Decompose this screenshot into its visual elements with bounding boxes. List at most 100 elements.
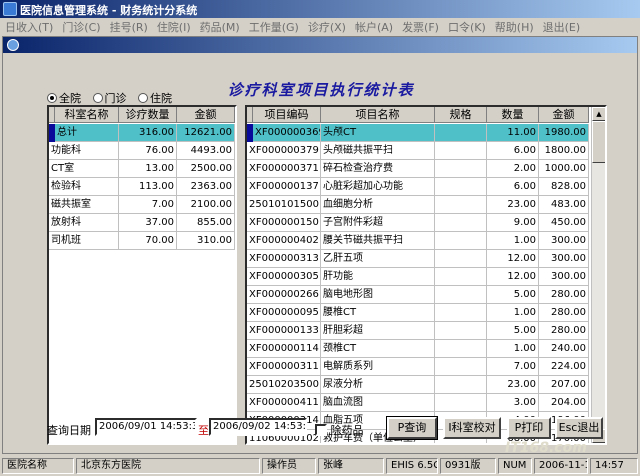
cell-amount: 300.00 [539, 268, 589, 286]
menu-item-password[interactable]: 口令(K) [443, 18, 490, 35]
table-row[interactable]: XF000000305 肝功能 12.00 300.00 [247, 268, 589, 286]
cell-quantity: 6.00 [487, 178, 539, 196]
report-window: 诊疗科室项目执行统计表 全院 门诊 住院 科室名称 诊疗数量 金额 总计 316.… [2, 36, 638, 454]
item-grid-scrollbar[interactable]: ▲ ▼ [591, 107, 605, 443]
column-header-quantity[interactable]: 数量 [487, 107, 539, 123]
table-row[interactable]: XF000000114 颈椎CT 1.00 240.00 [247, 340, 589, 358]
watermark-text: IT168.com [505, 440, 587, 456]
scroll-thumb[interactable] [592, 121, 605, 163]
column-header-dept-name[interactable]: 科室名称 [55, 107, 119, 123]
item-grid[interactable]: 项目编码 项目名称 规格 数量 金额 XF000000369 头颅CT 11.00 1… [245, 105, 607, 445]
table-row[interactable]: 25010101500 血细胞分析 23.00 483.00 [247, 196, 589, 214]
table-row[interactable]: XF000000137 心脏彩超加心功能 6.00 828.00 [247, 178, 589, 196]
cell-amount: 450.00 [539, 214, 589, 232]
cell-quantity: 6.00 [487, 142, 539, 160]
scroll-up-arrow-icon[interactable]: ▲ [592, 107, 605, 121]
query-button[interactable]: P查询 [386, 416, 438, 440]
radio-outpatient[interactable]: 门诊 [92, 90, 127, 106]
table-row[interactable]: XF000000095 腰椎CT 1.00 280.00 [247, 304, 589, 322]
column-header-spec[interactable]: 规格 [435, 107, 487, 123]
cell-item-code: XF000000150 [247, 214, 321, 232]
cell-spec [435, 358, 487, 376]
exclude-drugs-checkbox[interactable]: 除药品 [315, 422, 364, 438]
dept-check-button[interactable]: I科室校对 [443, 417, 501, 439]
cell-quantity: 9.00 [487, 214, 539, 232]
cell-dept-name: 磁共振室 [49, 196, 119, 214]
table-row[interactable]: CT室 13.00 2500.00 [49, 160, 235, 178]
cell-dept-amount: 310.00 [177, 232, 235, 250]
menu-item-help[interactable]: 帮助(H) [490, 18, 538, 35]
cell-spec [435, 322, 487, 340]
cell-item-name: 腰椎CT [321, 304, 435, 322]
table-row[interactable]: 功能科 76.00 4493.00 [49, 142, 235, 160]
table-row[interactable]: XF000000371 碎石检查治疗费 2.00 1000.00 [247, 160, 589, 178]
department-grid[interactable]: 科室名称 诊疗数量 金额 总计 316.00 12621.00 功能科 76.00 449… [47, 105, 237, 445]
menu-item-exit[interactable]: 退出(E) [538, 18, 585, 35]
table-row[interactable]: XF000000411 脑血流图 3.00 204.00 [247, 394, 589, 412]
menu-bar: 日收入(T) 门诊(C) 挂号(R) 住院(I) 药品(M) 工作量(G) 诊疗(X) 帐户(… [0, 18, 640, 34]
table-row[interactable]: 总计 316.00 12621.00 [49, 124, 235, 142]
cell-quantity: 5.00 [487, 286, 539, 304]
menu-item-daily-income[interactable]: 日收入(T) [0, 18, 57, 35]
cell-item-name: 脑电地形图 [321, 286, 435, 304]
table-row[interactable]: XF000000369 头颅CT 11.00 1980.00 [247, 124, 589, 142]
cell-dept-name: CT室 [49, 160, 119, 178]
cell-spec [435, 340, 487, 358]
table-row[interactable]: 磁共振室 7.00 2100.00 [49, 196, 235, 214]
cell-item-code: XF000000313 [247, 250, 321, 268]
menu-item-invoice[interactable]: 发票(F) [397, 18, 443, 35]
table-row[interactable]: 25010203500 尿液分析 23.00 207.00 [247, 376, 589, 394]
table-row[interactable]: 司机班 70.00 310.00 [49, 232, 235, 250]
app-icon [3, 2, 17, 16]
column-header-dept-amount[interactable]: 金额 [177, 107, 235, 123]
table-row[interactable]: 放射科 37.00 855.00 [49, 214, 235, 232]
radio-dot [47, 93, 57, 103]
exit-button[interactable]: Esc退出 [555, 417, 603, 439]
radio-inpatient[interactable]: 住院 [138, 90, 172, 106]
table-row[interactable]: XF000000402 腰关节磁共振平扫 1.00 300.00 [247, 232, 589, 250]
column-header-item-name[interactable]: 项目名称 [321, 107, 435, 123]
cell-amount: 204.00 [539, 394, 589, 412]
cell-item-code: XF000000411 [247, 394, 321, 412]
radio-whole-hospital[interactable]: 全院 [47, 90, 81, 106]
cell-spec [435, 304, 487, 322]
column-header-amount[interactable]: 金额 [539, 107, 589, 123]
menu-item-registration[interactable]: 挂号(R) [105, 18, 152, 35]
start-date-field[interactable]: 2006/09/01 14:53:34 [95, 418, 197, 436]
table-row[interactable]: XF000000150 子宫附件彩超 9.00 450.00 [247, 214, 589, 232]
table-row[interactable]: XF000000379 头颅磁共振平扫 6.00 1800.00 [247, 142, 589, 160]
cell-dept-qty: 7.00 [119, 196, 177, 214]
table-row[interactable]: XF000000313 乙肝五项 12.00 300.00 [247, 250, 589, 268]
table-row[interactable]: XF000000266 脑电地形图 5.00 280.00 [247, 286, 589, 304]
menu-item-inpatient[interactable]: 住院(I) [152, 18, 195, 35]
print-button[interactable]: P打印 [507, 417, 551, 439]
table-row[interactable]: XF000000133 肝胆彩超 5.00 280.00 [247, 322, 589, 340]
cell-amount: 1000.00 [539, 160, 589, 178]
menu-item-drugs[interactable]: 药品(M) [195, 18, 244, 35]
cell-spec [435, 196, 487, 214]
cell-dept-amount: 4493.00 [177, 142, 235, 160]
cell-quantity: 5.00 [487, 322, 539, 340]
cell-item-code: XF000000266 [247, 286, 321, 304]
table-row[interactable]: XF000000311 电解质系列 7.00 224.00 [247, 358, 589, 376]
menu-item-outpatient[interactable]: 门诊(C) [57, 18, 104, 35]
cell-spec [435, 124, 487, 142]
cell-item-code: XF000000379 [247, 142, 321, 160]
window-title: 医院信息管理系统 - 财务统计分系统 [20, 4, 198, 17]
column-header-item-code[interactable]: 项目编码 [253, 107, 321, 123]
menu-item-treatment[interactable]: 诊疗(X) [303, 18, 350, 35]
cell-item-name: 腰关节磁共振平扫 [321, 232, 435, 250]
table-row[interactable]: 检验科 113.00 2363.00 [49, 178, 235, 196]
cell-quantity: 3.00 [487, 394, 539, 412]
cell-item-name: 电解质系列 [321, 358, 435, 376]
cell-dept-name: 放射科 [49, 214, 119, 232]
menu-item-accounts[interactable]: 帐户(A) [350, 18, 397, 35]
cell-spec [435, 178, 487, 196]
cell-dept-qty: 113.00 [119, 178, 177, 196]
window-icon [7, 39, 19, 51]
cell-amount: 300.00 [539, 250, 589, 268]
cell-quantity: 12.00 [487, 250, 539, 268]
menu-item-workload[interactable]: 工作量(G) [244, 18, 303, 35]
end-date-field[interactable]: 2006/09/02 14:53:34 [209, 418, 307, 436]
column-header-dept-qty[interactable]: 诊疗数量 [119, 107, 177, 123]
